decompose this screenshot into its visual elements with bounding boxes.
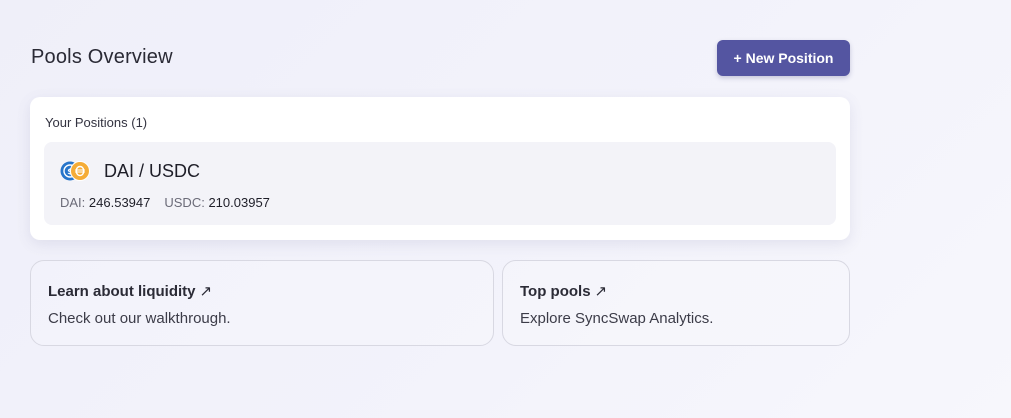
learn-liquidity-description: Check out our walkthrough. [48,310,231,327]
learn-liquidity-title-text: Learn about liquidity [48,283,196,300]
new-position-label: + New Position [733,50,834,66]
pair-name: DAI / USDC [104,161,201,181]
top-pools-title-text: Top pools [520,283,591,300]
positions-card: Your Positions (1) $ DAI / USDC DAI: 246… [30,97,850,240]
new-position-button[interactable]: + New Position [717,40,850,76]
top-pools-card[interactable]: Top pools ↗ Explore SyncSwap Analytics. [502,260,850,346]
pair-icons: $ [60,161,92,181]
top-pools-title: Top pools ↗ [520,282,607,300]
usdc-amount-value: 210.03957 [208,195,270,210]
external-link-icon: ↗ [199,283,213,300]
external-link-icon: ↗ [594,283,608,300]
page-title: Pools Overview [31,46,173,68]
usdc-amount: USDC: 210.03957 [164,195,270,210]
learn-liquidity-card[interactable]: Learn about liquidity ↗ Check out our wal… [30,260,494,346]
dai-amount-label: DAI: [60,195,86,210]
position-amounts: DAI: 246.53947 USDC: 210.03957 [60,195,270,210]
dai-amount: DAI: 246.53947 [60,195,150,210]
top-pools-description: Explore SyncSwap Analytics. [520,310,714,327]
dai-amount-value: 246.53947 [88,195,151,210]
learn-liquidity-title: Learn about liquidity ↗ [48,282,212,300]
positions-heading: Your Positions (1) [45,115,148,130]
position-item-dai-usdc[interactable]: $ DAI / USDC DAI: 246.53947 USDC: 210.03… [44,142,836,225]
dai-icon [70,161,90,181]
usdc-amount-label: USDC: [164,195,205,210]
